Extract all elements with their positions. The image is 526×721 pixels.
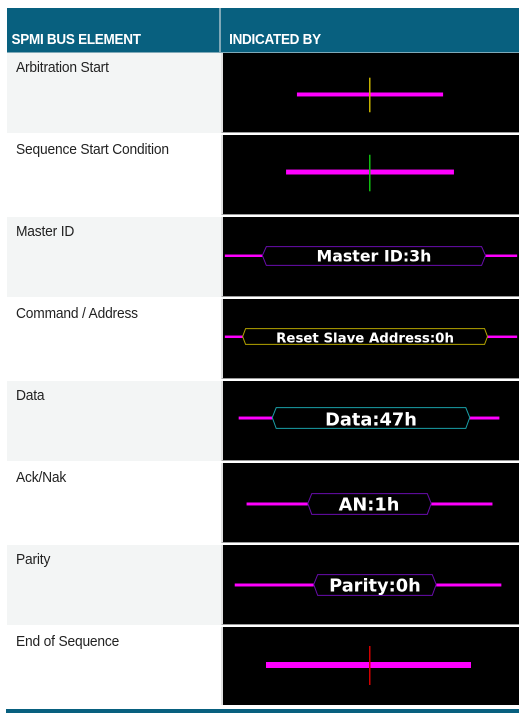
table-row: Master ID Master ID:3h [7, 217, 519, 299]
bus-line-left [234, 583, 314, 587]
waveform-cell [221, 53, 519, 133]
table-row: Sequence Start Condition [7, 135, 519, 217]
packet-waveform: Parity:0h [234, 574, 502, 596]
spmi-bus-element-table: SPMI BUS ELEMENT INDICATED BY Arbitratio… [7, 8, 519, 705]
table-row: Command / Address Reset Slave Address:0h [7, 299, 519, 381]
header-label-element: SPMI BUS ELEMENT [11, 31, 141, 48]
marker-waveform [296, 77, 444, 113]
bus-line-right [485, 254, 518, 257]
table-bottom-rule [6, 709, 519, 713]
bus-line-left [224, 335, 243, 339]
row-label: Arbitration Start [16, 59, 109, 76]
row-label-cell: Master ID [7, 217, 221, 297]
row-label-cell: Ack/Nak [7, 463, 221, 543]
table-row: Data Data:47h [7, 381, 519, 463]
table-header: SPMI BUS ELEMENT INDICATED BY [7, 8, 519, 52]
bus-line [266, 662, 471, 668]
waveform-cell [221, 627, 519, 705]
packet-waveform: Data:47h [238, 407, 500, 430]
table-row: End of Sequence [7, 627, 519, 705]
waveform-cell: Master ID:3h [221, 217, 519, 297]
packet-label: Reset Slave Address:0h [276, 331, 454, 346]
packet-label: AN:1h [339, 495, 400, 515]
header-cell-indicated-by: INDICATED BY [221, 8, 519, 52]
sequence-start-marker [369, 154, 371, 192]
table-row: Parity Parity:0h [7, 545, 519, 627]
arbitration-start-marker [369, 77, 371, 113]
row-label-cell: Data [7, 381, 221, 461]
waveform-cell: Parity:0h [221, 545, 519, 625]
row-label: End of Sequence [16, 633, 120, 650]
bus-line-right [469, 416, 500, 420]
bus-line-left [224, 254, 263, 257]
row-label-cell: End of Sequence [7, 627, 221, 705]
packet-waveform: AN:1h [246, 493, 493, 515]
header-label-indicated-by: INDICATED BY [229, 31, 321, 48]
waveform-cell: AN:1h [221, 463, 519, 543]
bus-line-right [487, 335, 518, 339]
row-label: Parity [16, 551, 51, 568]
row-label-cell: Command / Address [7, 299, 221, 379]
packet-waveform: Reset Slave Address:0h [224, 328, 518, 346]
bus-line-left [238, 416, 273, 420]
header-cell-element: SPMI BUS ELEMENT [7, 8, 221, 52]
row-label: Command / Address [16, 305, 138, 322]
waveform-cell: Data:47h [221, 381, 519, 461]
row-label: Master ID [16, 223, 75, 240]
row-label: Ack/Nak [16, 469, 67, 486]
end-of-sequence-marker [369, 646, 371, 685]
table-row: Ack/Nak AN:1h [7, 463, 519, 545]
marker-waveform [266, 646, 471, 685]
marker-waveform [286, 154, 454, 192]
table-row: Arbitration Start [7, 53, 519, 135]
row-label-cell: Arbitration Start [7, 53, 221, 133]
bus-line-left [246, 502, 308, 506]
row-label-cell: Parity [7, 545, 221, 625]
waveform-cell [221, 135, 519, 215]
packet-label: Data:47h [325, 410, 417, 430]
row-label: Data [16, 387, 45, 404]
packet-label: Master ID:3h [317, 246, 432, 265]
bus-line-right [436, 583, 502, 587]
packet-label: Parity:0h [329, 576, 421, 596]
packet-waveform: Master ID:3h [224, 246, 518, 266]
bus-line-right [431, 502, 493, 506]
row-label-cell: Sequence Start Condition [7, 135, 221, 215]
row-label: Sequence Start Condition [16, 141, 169, 158]
waveform-cell: Reset Slave Address:0h [221, 299, 519, 379]
